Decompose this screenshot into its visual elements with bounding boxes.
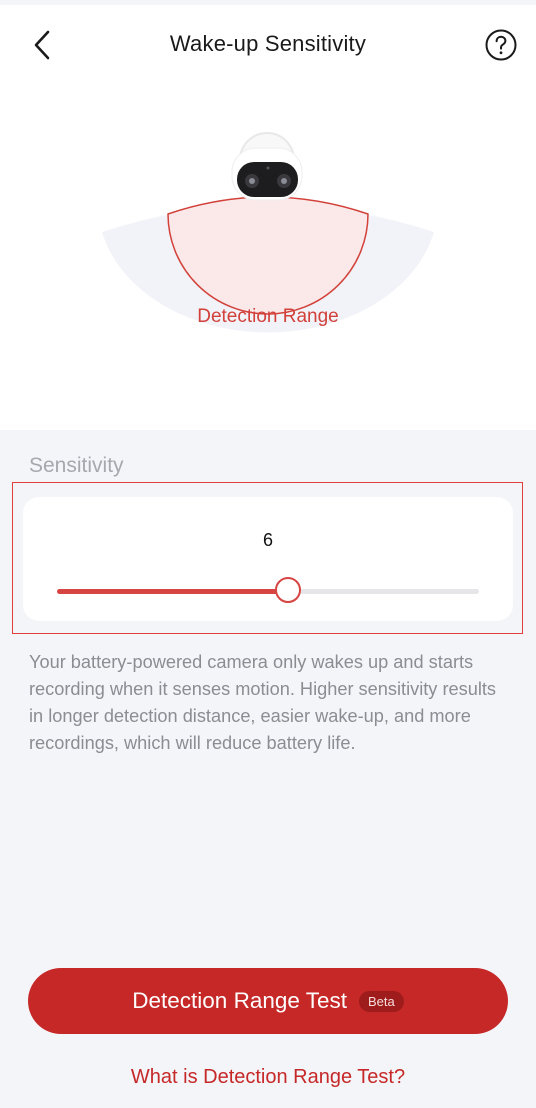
camera-icon [231, 132, 303, 201]
help-button[interactable] [484, 28, 518, 62]
header: Wake-up Sensitivity [0, 5, 536, 85]
what-is-test-link[interactable]: What is Detection Range Test? [0, 1066, 536, 1089]
sensitivity-value: 6 [262, 530, 273, 550]
sensitivity-card [23, 497, 513, 621]
question-circle-icon [485, 29, 517, 61]
slider-fill [57, 589, 290, 594]
sensitivity-slider[interactable] [57, 577, 479, 603]
sensitivity-description: Your battery-powered camera only wakes u… [29, 652, 497, 753]
detection-range-label: Detection Range [197, 306, 339, 327]
detection-range-illustration [0, 100, 536, 400]
test-button-label: Detection Range Test [132, 988, 347, 1013]
slider-thumb[interactable] [275, 577, 302, 603]
sensitivity-section-label: Sensitivity [29, 454, 124, 477]
page-title: Wake-up Sensitivity [169, 31, 367, 56]
beta-badge: Beta [358, 990, 404, 1012]
detection-range-test-button[interactable]: Detection Range Test Beta [28, 968, 508, 1034]
